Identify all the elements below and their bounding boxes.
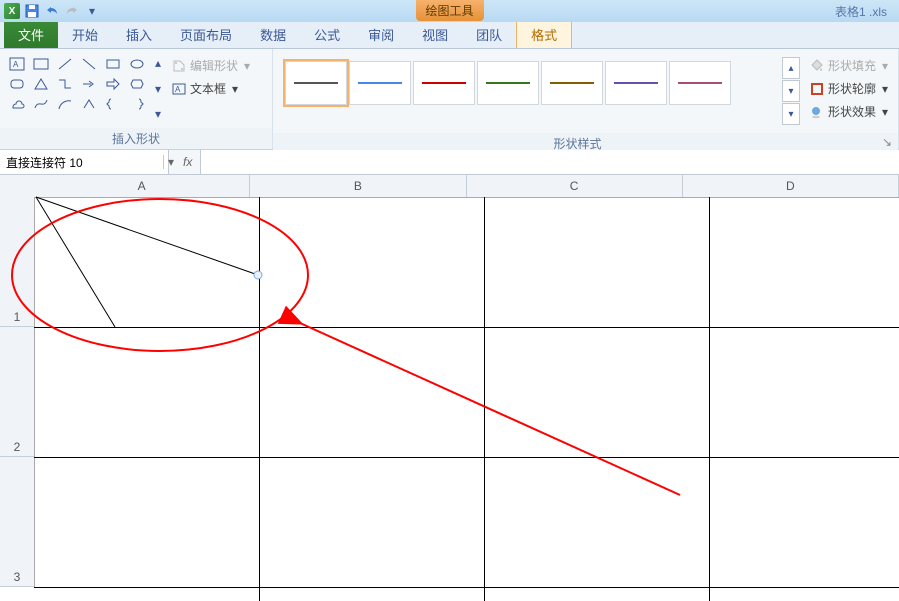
shape-cloud-icon[interactable] <box>6 95 28 113</box>
tab-formulas[interactable]: 公式 <box>300 20 354 48</box>
shape-line2-icon[interactable] <box>78 55 100 73</box>
style-item-2[interactable] <box>413 61 475 105</box>
text-box-label: 文本框 <box>190 80 226 97</box>
gallery-down-icon[interactable]: ▾ <box>150 81 166 97</box>
chevron-down-icon: ▾ <box>232 82 238 96</box>
col-header-C[interactable]: C <box>467 175 683 197</box>
style-item-6[interactable] <box>669 61 731 105</box>
ribbon: A ▴ ▾ ▾ <box>0 49 899 150</box>
shape-effects-button[interactable]: 形状效果 ▾ <box>808 101 890 122</box>
group-label-insert-shapes: 插入形状 <box>0 128 272 149</box>
tab-home[interactable]: 开始 <box>58 20 112 48</box>
shape-roundrect-icon[interactable] <box>6 75 28 93</box>
shape-textbox2-icon[interactable] <box>30 55 52 73</box>
shape-brace-icon[interactable] <box>102 95 124 113</box>
shape-outline-button[interactable]: 形状轮廓 ▾ <box>808 78 890 99</box>
col-header-A[interactable]: A <box>34 175 250 197</box>
app-logo[interactable]: X <box>4 3 20 19</box>
tab-review[interactable]: 审阅 <box>354 20 408 48</box>
shape-gallery[interactable]: A <box>4 53 150 115</box>
shape-fill-button: 形状填充 ▾ <box>808 55 890 76</box>
chevron-down-icon: ▾ <box>882 82 888 96</box>
tab-page-layout[interactable]: 页面布局 <box>166 20 246 48</box>
name-box-input[interactable] <box>4 154 163 170</box>
gallery-more-icon[interactable]: ▾ <box>150 106 166 122</box>
shape-brace2-icon[interactable] <box>126 95 148 113</box>
ribbon-group-shape-styles: ▴ ▾ ▾ 形状填充 ▾ 形状轮廓 ▾ 形状效果 ▾ <box>273 49 899 149</box>
ribbon-tabs: 文件 开始 插入 页面布局 数据 公式 审阅 视图 团队 格式 <box>0 22 899 49</box>
row-headers: 1 2 3 <box>0 197 35 587</box>
title-bar: X ▾ 绘图工具 表格1 .xls <box>0 0 899 22</box>
shape-caret-icon[interactable] <box>78 95 100 113</box>
chevron-down-icon: ▾ <box>244 59 250 73</box>
dialog-launcher-icon[interactable]: ↘ <box>882 135 892 149</box>
style-more-icon[interactable]: ▾ <box>782 103 800 125</box>
shape-hex-icon[interactable] <box>126 75 148 93</box>
undo-icon[interactable] <box>44 3 60 19</box>
style-gallery-scroll: ▴ ▾ ▾ <box>782 53 800 129</box>
chevron-down-icon: ▾ <box>882 59 888 73</box>
text-box-button[interactable]: A 文本框 ▾ <box>170 78 252 99</box>
formula-input[interactable] <box>200 150 899 174</box>
shape-rect-icon[interactable] <box>102 55 124 73</box>
shape-line-icon[interactable] <box>54 55 76 73</box>
column-headers: A B C D <box>34 175 899 198</box>
style-gallery <box>277 53 782 113</box>
shape-textbox-icon[interactable]: A <box>6 55 28 73</box>
svg-text:A: A <box>175 85 181 94</box>
save-icon[interactable] <box>24 3 40 19</box>
row-header-3[interactable]: 3 <box>0 457 34 587</box>
ribbon-group-insert-shapes: A ▴ ▾ ▾ <box>0 49 273 149</box>
shape-fill-label: 形状填充 <box>828 57 876 74</box>
qat-dropdown-icon[interactable]: ▾ <box>84 3 100 19</box>
shape-blockarrow-icon[interactable] <box>102 75 124 93</box>
style-item-3[interactable] <box>477 61 539 105</box>
chevron-down-icon: ▾ <box>882 105 888 119</box>
row-header-2[interactable]: 2 <box>0 327 34 457</box>
select-all-corner[interactable] <box>0 175 35 198</box>
shape-effects-label: 形状效果 <box>828 103 876 120</box>
style-down-icon[interactable]: ▾ <box>782 80 800 102</box>
shape-oval-icon[interactable] <box>126 55 148 73</box>
style-item-1[interactable] <box>349 61 411 105</box>
tab-data[interactable]: 数据 <box>246 20 300 48</box>
tab-format[interactable]: 格式 <box>516 19 572 48</box>
shape-triangle-icon[interactable] <box>30 75 52 93</box>
document-title: 表格1 .xls <box>835 3 887 20</box>
shape-arc-icon[interactable] <box>54 95 76 113</box>
tab-insert[interactable]: 插入 <box>112 20 166 48</box>
name-box[interactable]: ▾ <box>0 150 169 174</box>
col-header-B[interactable]: B <box>250 175 466 197</box>
style-item-5[interactable] <box>605 61 667 105</box>
col-header-D[interactable]: D <box>683 175 899 197</box>
shape-arrow-icon[interactable] <box>78 75 100 93</box>
tab-team[interactable]: 团队 <box>462 20 516 48</box>
edit-shape-label: 编辑形状 <box>190 57 238 74</box>
worksheet-grid[interactable]: A B C D 1 2 3 <box>0 175 899 601</box>
tab-file[interactable]: 文件 <box>4 20 58 48</box>
quick-access-toolbar: X ▾ <box>0 3 100 19</box>
contextual-tool-label: 绘图工具 <box>415 0 483 21</box>
shape-outline-label: 形状轮廓 <box>828 80 876 97</box>
style-item-4[interactable] <box>541 61 603 105</box>
gallery-up-icon[interactable]: ▴ <box>150 55 166 71</box>
formula-bar: ▾ fx <box>0 150 899 175</box>
style-up-icon[interactable]: ▴ <box>782 57 800 79</box>
shape-elbow-icon[interactable] <box>54 75 76 93</box>
redo-icon[interactable] <box>64 3 80 19</box>
group-label-shape-styles-text: 形状样式 <box>553 137 601 151</box>
style-item-0[interactable] <box>285 61 347 105</box>
fx-icon[interactable]: fx <box>183 155 192 169</box>
tab-view[interactable]: 视图 <box>408 20 462 48</box>
row-header-1[interactable]: 1 <box>0 197 34 327</box>
shape-curve-icon[interactable] <box>30 95 52 113</box>
cells-area[interactable] <box>34 197 899 601</box>
svg-text:A: A <box>13 60 19 69</box>
edit-shape-button: 编辑形状 ▾ <box>170 55 252 76</box>
